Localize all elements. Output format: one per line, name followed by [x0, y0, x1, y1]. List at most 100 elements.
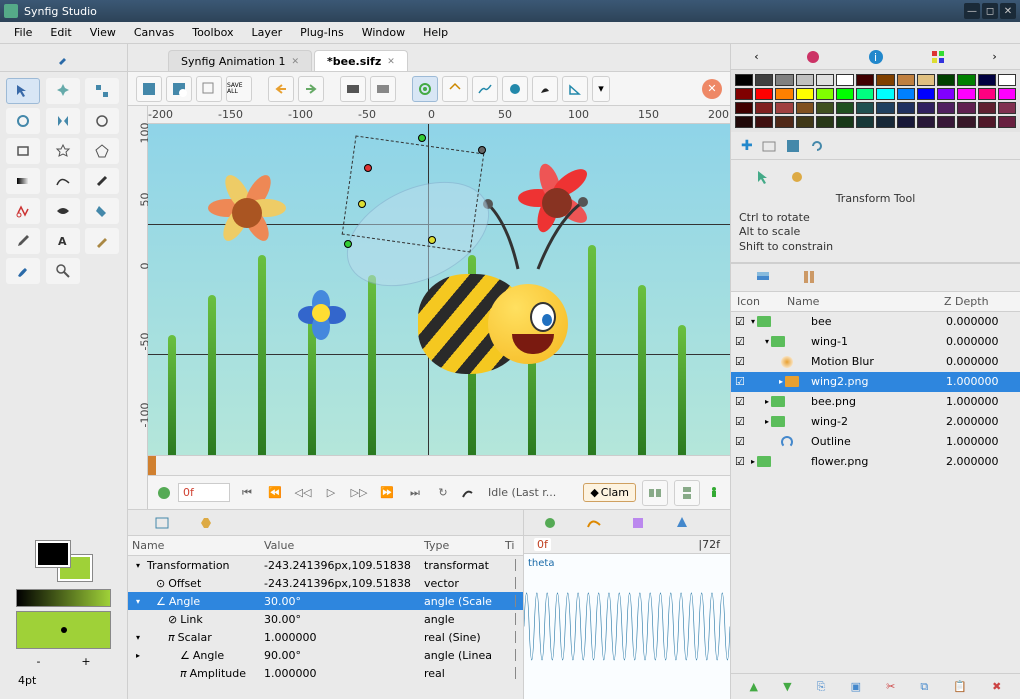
- gradient-swatch[interactable]: [16, 589, 111, 607]
- layer-up[interactable]: ▲: [750, 680, 758, 693]
- palette-swatch[interactable]: [735, 74, 753, 86]
- preview-button[interactable]: [370, 76, 396, 102]
- palette-swatch[interactable]: [957, 88, 975, 100]
- polygon-tool[interactable]: [85, 138, 119, 164]
- palette-swatch[interactable]: [755, 102, 773, 114]
- rectangle-tool[interactable]: [6, 138, 40, 164]
- fg-bg-swatch[interactable]: [36, 541, 92, 581]
- palette-swatch[interactable]: [755, 74, 773, 86]
- onion-button[interactable]: [412, 76, 438, 102]
- children-tab-icon[interactable]: [674, 515, 690, 531]
- handle-b[interactable]: [428, 236, 436, 244]
- palette-swatch[interactable]: [897, 116, 915, 128]
- guides-button[interactable]: [502, 76, 528, 102]
- undo-button[interactable]: [268, 76, 294, 102]
- redo-button[interactable]: [298, 76, 324, 102]
- menu-toolbox[interactable]: Toolbox: [184, 24, 241, 41]
- palette-swatch[interactable]: [796, 74, 814, 86]
- palette-swatch[interactable]: [978, 102, 996, 114]
- minimize-button[interactable]: —: [964, 3, 980, 19]
- menu-view[interactable]: View: [82, 24, 124, 41]
- timetrack-tab-icon[interactable]: [542, 515, 558, 531]
- layer-dup[interactable]: ⎘: [817, 680, 826, 694]
- handle-t[interactable]: [418, 134, 426, 142]
- seek-start[interactable]: ⏮: [236, 482, 258, 504]
- palette-swatch[interactable]: [957, 74, 975, 86]
- palette-swatch[interactable]: [937, 88, 955, 100]
- palette-swatch[interactable]: [755, 88, 773, 100]
- palette-swatch[interactable]: [917, 74, 935, 86]
- transform-bbox[interactable]: [342, 135, 485, 252]
- layer-row[interactable]: ☑▸wing2.png1.000000: [731, 372, 1020, 392]
- palette-swatch[interactable]: [978, 116, 996, 128]
- layer-del[interactable]: ✖: [992, 680, 1001, 693]
- params-tab-icon[interactable]: [154, 515, 170, 531]
- reset-palette-icon[interactable]: [809, 138, 825, 154]
- menu-layer[interactable]: Layer: [243, 24, 290, 41]
- palette-swatch[interactable]: [897, 88, 915, 100]
- layer-row[interactable]: ☑Motion Blur0.000000: [731, 352, 1020, 372]
- param-row[interactable]: ⊘Link30.00°angle: [128, 610, 523, 628]
- history-tab-icon[interactable]: [630, 515, 646, 531]
- palette-swatch[interactable]: [937, 74, 955, 86]
- clamp-button[interactable]: ◆Clam: [583, 483, 636, 502]
- handle-tr[interactable]: [478, 146, 486, 154]
- palette-swatch[interactable]: [856, 116, 874, 128]
- toolbox-tab[interactable]: [0, 44, 127, 72]
- eyedrop-tool[interactable]: [6, 228, 40, 254]
- keyframes-tab-icon[interactable]: [198, 515, 214, 531]
- save-button[interactable]: [136, 76, 162, 102]
- palette-swatch[interactable]: [957, 102, 975, 114]
- menu-help[interactable]: Help: [415, 24, 456, 41]
- palette-swatch[interactable]: [836, 102, 854, 114]
- save-palette-icon[interactable]: [785, 138, 801, 154]
- transform-tool[interactable]: [6, 78, 40, 104]
- palette-swatch[interactable]: [856, 88, 874, 100]
- tab-close-icon[interactable]: ✕: [291, 57, 299, 67]
- gradient-tool[interactable]: [6, 168, 40, 194]
- curves-tab-icon[interactable]: [586, 515, 602, 531]
- brush-size[interactable]: 4pt: [8, 670, 119, 691]
- cursor-icon[interactable]: [755, 169, 771, 185]
- layer-row[interactable]: ☑▸wing-22.000000: [731, 412, 1020, 432]
- palette-swatch[interactable]: [937, 102, 955, 114]
- palette-swatch[interactable]: [735, 88, 753, 100]
- palette-swatch[interactable]: [735, 102, 753, 114]
- draw-tool[interactable]: [85, 168, 119, 194]
- palette-swatch[interactable]: [816, 102, 834, 114]
- palette-swatch[interactable]: [897, 74, 915, 86]
- angle-button[interactable]: [562, 76, 588, 102]
- palette-swatch[interactable]: [796, 116, 814, 128]
- menu-plug-ins[interactable]: Plug-Ins: [292, 24, 352, 41]
- render-button[interactable]: [340, 76, 366, 102]
- palette-swatch[interactable]: [876, 102, 894, 114]
- param-row[interactable]: ⊙Offset-243.241396px,109.51838vector: [128, 574, 523, 592]
- snap-button[interactable]: [442, 76, 468, 102]
- play-button[interactable]: ▷: [320, 482, 342, 504]
- handle-origin[interactable]: [344, 240, 352, 248]
- palette-swatch[interactable]: [816, 88, 834, 100]
- star-tool[interactable]: [46, 138, 80, 164]
- handle-tl[interactable]: [364, 164, 372, 172]
- seek-next-key[interactable]: ⏩: [376, 482, 398, 504]
- palette-swatch[interactable]: [836, 116, 854, 128]
- palette-swatch[interactable]: [836, 74, 854, 86]
- palette-swatch[interactable]: [957, 116, 975, 128]
- palette-swatch[interactable]: [816, 74, 834, 86]
- grid-button[interactable]: [472, 76, 498, 102]
- seek-prev-frame[interactable]: ◁◁: [292, 482, 314, 504]
- layer-row[interactable]: ☑▸flower.png2.000000: [731, 452, 1020, 472]
- text-tool[interactable]: A: [46, 228, 80, 254]
- doc-tab[interactable]: Synfig Animation 1✕: [168, 50, 312, 71]
- handle-ml[interactable]: [358, 200, 366, 208]
- timebar[interactable]: [148, 455, 730, 475]
- timecode-input[interactable]: [178, 483, 230, 502]
- menu-canvas[interactable]: Canvas: [126, 24, 182, 41]
- nav-prev[interactable]: ‹: [754, 50, 758, 63]
- layer-group[interactable]: ▣: [851, 680, 861, 693]
- close-button[interactable]: ✕: [1000, 3, 1016, 19]
- palette-swatch[interactable]: [775, 88, 793, 100]
- rotate-tool[interactable]: [6, 108, 40, 134]
- fill-tool[interactable]: [85, 198, 119, 224]
- fill-preview[interactable]: [16, 611, 111, 649]
